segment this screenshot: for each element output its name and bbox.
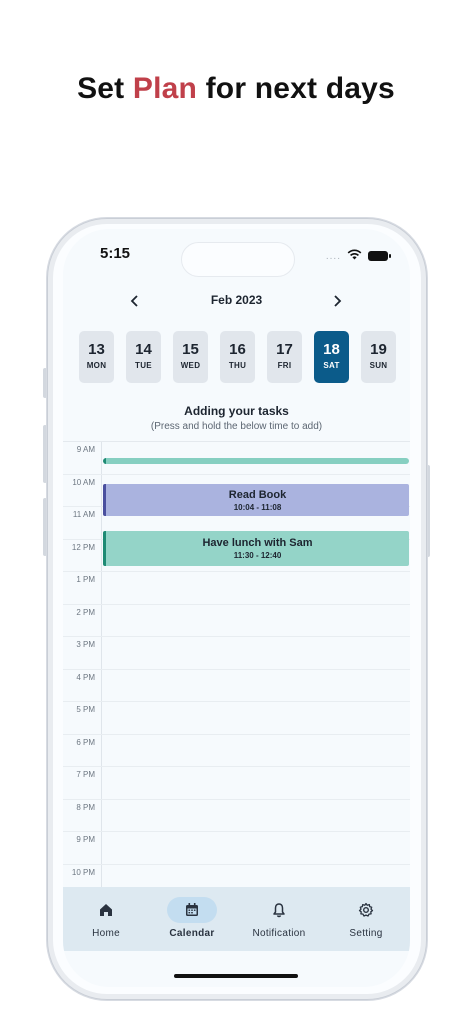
nav-calendar[interactable]: Calendar <box>149 887 235 951</box>
battery-icon <box>368 251 391 261</box>
month-label: Feb 2023 <box>210 293 263 307</box>
day-number: 19 <box>370 341 387 358</box>
bottom-navigation: Home Calendar Notification Setting <box>63 887 410 951</box>
hour-label: 6 PM <box>76 738 95 747</box>
hour-line <box>63 766 410 767</box>
day-16[interactable]: 16 THU <box>220 331 255 383</box>
hour-line <box>63 734 410 735</box>
status-icons: .... <box>325 247 391 265</box>
hour-label: 8 PM <box>76 803 95 812</box>
calendar-icon <box>186 903 198 916</box>
nav-label: Setting <box>349 928 383 939</box>
hour-line <box>63 669 410 670</box>
next-month-button[interactable] <box>327 291 347 311</box>
day-of-week: THU <box>228 361 247 370</box>
event-read-book[interactable]: Read Book 10:04 - 11:08 <box>103 484 409 516</box>
home-indicator[interactable] <box>174 974 298 978</box>
hour-label: 1 PM <box>76 575 95 584</box>
event-time: 10:04 - 11:08 <box>233 503 282 512</box>
hour-label: 2 PM <box>76 608 95 617</box>
hour-line <box>63 571 410 572</box>
hour-label: 12 PM <box>71 543 95 552</box>
hint-title: Adding your tasks <box>184 404 289 418</box>
hour-label: 3 PM <box>76 640 95 649</box>
day-19[interactable]: 19 SUN <box>361 331 396 383</box>
nav-label: Home <box>92 928 120 939</box>
day-number: 17 <box>276 341 293 358</box>
day-13[interactable]: 13 MON <box>79 331 114 383</box>
event-title: Read Book <box>228 489 287 501</box>
headline-suffix: for next days <box>197 72 395 105</box>
home-icon <box>100 904 112 916</box>
nav-label: Calendar <box>169 928 215 939</box>
nav-notification[interactable]: Notification <box>236 887 322 951</box>
status-time: 5:15 <box>100 245 131 262</box>
day-15[interactable]: 15 WED <box>173 331 208 383</box>
headline-prefix: Set <box>77 72 133 105</box>
hour-line <box>63 636 410 637</box>
hour-line <box>63 701 410 702</box>
hour-label: 5 PM <box>76 705 95 714</box>
headline: Set Plan for next days <box>0 72 472 106</box>
gear-icon <box>358 902 374 917</box>
hour-line <box>63 799 410 800</box>
timeline-divider <box>101 442 102 887</box>
hour-label: 4 PM <box>76 673 95 682</box>
event-untitled[interactable] <box>103 458 409 464</box>
day-of-week: SAT <box>323 361 340 370</box>
nav-icon-container <box>167 897 217 923</box>
hour-label: 11 AM <box>72 510 95 519</box>
hour-line <box>63 604 410 605</box>
nav-label: Notification <box>252 928 306 939</box>
bell-icon <box>273 903 285 918</box>
hour-line <box>63 831 410 832</box>
chevron-right-icon <box>334 295 342 307</box>
day-number: 16 <box>229 341 246 358</box>
day-number: 13 <box>88 341 105 358</box>
day-of-week: MON <box>86 361 107 370</box>
day-of-week: FRI <box>277 361 292 370</box>
day-14[interactable]: 14 TUE <box>126 331 161 383</box>
dynamic-island <box>181 242 295 277</box>
day-of-week: SUN <box>369 361 388 370</box>
hour-label: 10 AM <box>72 478 95 487</box>
day-18-selected[interactable]: 18 SAT <box>314 331 349 383</box>
hour-label: 9 PM <box>76 835 95 844</box>
hour-line <box>63 474 410 475</box>
wifi-icon <box>347 247 362 265</box>
hint-subtitle: (Press and hold the below time to add) <box>150 421 323 432</box>
event-time: 11:30 - 12:40 <box>233 551 282 560</box>
day-number: 15 <box>182 341 199 358</box>
event-have-lunch-with-sam[interactable]: Have lunch with Sam 11:30 - 12:40 <box>103 531 409 566</box>
day-17[interactable]: 17 FRI <box>267 331 302 383</box>
nav-setting[interactable]: Setting <box>323 887 409 951</box>
hour-line <box>63 864 410 865</box>
nav-home[interactable]: Home <box>63 887 149 951</box>
hour-label: 9 AM <box>76 445 95 454</box>
month-navigator: Feb 2023 <box>63 291 410 311</box>
event-title: Have lunch with Sam <box>202 537 313 549</box>
day-number: 18 <box>323 341 340 358</box>
hour-label: 7 PM <box>76 770 95 779</box>
hour-label: 10 PM <box>71 868 95 877</box>
day-timeline[interactable]: 9 AM 10 AM 11 AM 12 PM 1 PM 2 PM 3 PM 4 … <box>63 441 410 887</box>
day-of-week: TUE <box>135 361 152 370</box>
day-number: 14 <box>135 341 152 358</box>
nav-icon-container <box>254 897 304 923</box>
app-screen: 5:15 .... Feb 2023 13 MON 14 TUE 15 WED 16 T… <box>63 229 410 987</box>
nav-icon-container <box>341 897 391 923</box>
nav-icon-container <box>81 897 131 923</box>
day-of-week: WED <box>180 361 201 370</box>
signal-dots-icon: .... <box>325 250 341 262</box>
headline-accent: Plan <box>132 72 198 105</box>
